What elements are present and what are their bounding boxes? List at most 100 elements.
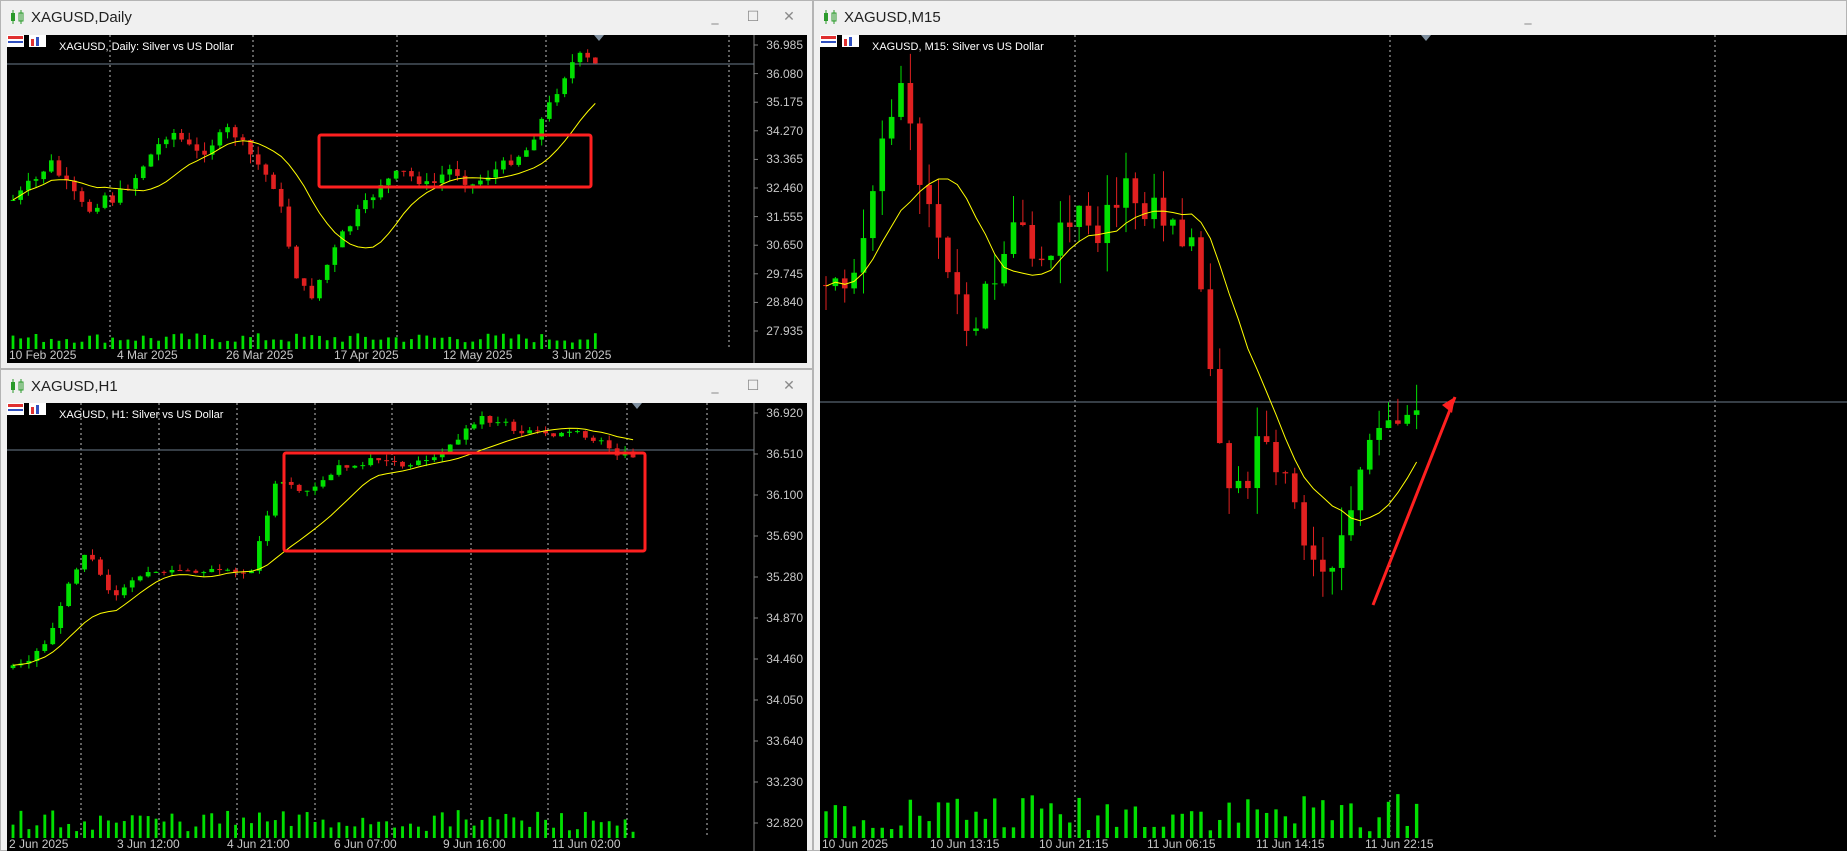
daily-chart-area[interactable]: XAGUSD, Daily: Silver vs US Dollar 36.98…: [7, 35, 807, 363]
candle-body: [225, 569, 231, 571]
candle-body: [179, 132, 184, 140]
price-axis-label: 34.270: [766, 123, 803, 138]
candle-body: [56, 160, 62, 176]
candle-body: [74, 569, 79, 584]
candle-body: [10, 199, 16, 201]
candle-body: [495, 422, 501, 424]
candle-body: [431, 457, 437, 461]
candle-body: [1048, 255, 1054, 261]
shift-marker: [594, 35, 604, 41]
window-maximize-icon[interactable]: ☐: [745, 9, 761, 25]
candle-body: [527, 430, 533, 434]
date-axis-label: 26 Mar 2025: [226, 348, 294, 362]
candle-body: [888, 116, 895, 139]
window-maximize-icon[interactable]: ☐: [745, 378, 761, 394]
daily-chart-window[interactable]: XAGUSD,Daily _ ☐ ✕ XAGUSD, Daily: Silver…: [0, 0, 813, 369]
candle-body: [324, 264, 330, 280]
candle-body: [368, 458, 374, 466]
candle-body: [392, 460, 397, 462]
price-axis-label: 36.100: [766, 488, 803, 502]
candle-body: [401, 170, 407, 172]
price-axis-label: 34.050: [766, 693, 803, 707]
candle-body: [455, 439, 461, 445]
candle-body: [145, 572, 151, 577]
daily-chart-svg: [7, 35, 758, 363]
candle-body: [82, 554, 87, 570]
candle-body: [49, 160, 54, 172]
candle-body: [102, 195, 108, 208]
candle-body: [1066, 222, 1073, 227]
window-close-icon[interactable]: ✕: [781, 9, 797, 25]
candle-body: [363, 200, 368, 210]
candle-body: [559, 432, 564, 437]
candle-body: [478, 180, 483, 185]
candle-body: [1273, 442, 1279, 473]
price-axis-label: 33.230: [766, 775, 803, 789]
price-axis-label: 31.555: [766, 209, 803, 224]
candle-body: [121, 587, 127, 596]
candle-body: [317, 279, 322, 299]
window-minimize-icon[interactable]: _: [707, 9, 723, 25]
h1-chart-svg: [7, 403, 758, 851]
h1-chart-window[interactable]: XAGUSD,H1 _ ☐ ✕ XAGUSD, H1: Silver vs US…: [0, 369, 813, 851]
trend-arrow: [1371, 396, 1457, 606]
h1-titlebar[interactable]: XAGUSD,H1 _ ☐ ✕: [1, 370, 812, 402]
candle-body: [1254, 436, 1261, 489]
candle-body: [577, 52, 583, 63]
candle-body: [487, 416, 493, 423]
candle-body: [1366, 439, 1373, 470]
candle-body: [58, 605, 64, 628]
candle-body: [272, 483, 278, 516]
candle-body: [264, 515, 270, 542]
candle-body: [963, 294, 970, 331]
candle-body: [161, 571, 167, 573]
date-axis-label: 17 Apr 2025: [334, 348, 399, 362]
candle-body: [547, 102, 552, 119]
candle-body: [26, 180, 31, 191]
candle-body: [288, 481, 294, 485]
candle-body: [479, 416, 485, 425]
candle-body: [531, 139, 537, 151]
window-minimize-icon[interactable]: _: [707, 378, 723, 394]
chart-symbol-icon: [7, 403, 46, 415]
candle-body: [593, 57, 598, 64]
candle-body: [1151, 197, 1157, 220]
candle-body: [439, 174, 445, 183]
price-axis-label: 32.820: [766, 816, 803, 830]
m15-titlebar[interactable]: XAGUSD,M15 _: [814, 1, 1846, 33]
m15-chart-area[interactable]: XAGUSD, M15: Silver vs US Dollar 10 Jun …: [820, 35, 1847, 851]
moving-average-line: [12, 427, 634, 666]
candle-body: [1404, 414, 1411, 424]
candle-body: [470, 184, 476, 186]
candle-body: [1170, 219, 1176, 226]
candle-body: [455, 169, 460, 176]
candle-body: [386, 178, 391, 186]
h1-chart-area[interactable]: XAGUSD, H1: Silver vs US Dollar 36.920 36…: [7, 403, 807, 851]
candle-body: [424, 181, 430, 185]
candle-body: [129, 580, 135, 588]
price-axis-label: 36.920: [766, 406, 803, 420]
chart-symbol-icon: [11, 379, 24, 393]
date-axis-label: 4 Jun 21:00: [227, 837, 290, 851]
candle-body: [33, 179, 39, 181]
candle-body: [879, 138, 886, 192]
candle-body: [416, 176, 422, 185]
candle-body: [72, 180, 77, 192]
candle-body: [370, 197, 376, 201]
daily-titlebar[interactable]: XAGUSD,Daily _ ☐ ✕: [1, 1, 812, 33]
candle-body: [286, 206, 292, 247]
candle-body: [447, 444, 453, 452]
window-minimize-icon[interactable]: _: [1520, 9, 1536, 25]
candle-body: [1113, 204, 1120, 208]
candle-body: [1245, 480, 1251, 489]
candle-body: [524, 150, 529, 157]
price-axis-label: 27.935: [766, 324, 803, 338]
candle-body: [606, 440, 612, 449]
date-axis-label: 6 Jun 07:00: [334, 837, 397, 851]
window-close-icon[interactable]: ✕: [781, 378, 797, 394]
chart-symbol-icon: [7, 35, 46, 47]
m15-chart-window[interactable]: XAGUSD,M15 _ XAGUSD, M15: Silver vs US D…: [813, 0, 1847, 851]
candle-body: [954, 272, 961, 295]
candle-body: [1132, 178, 1139, 204]
candle-body: [851, 272, 857, 289]
